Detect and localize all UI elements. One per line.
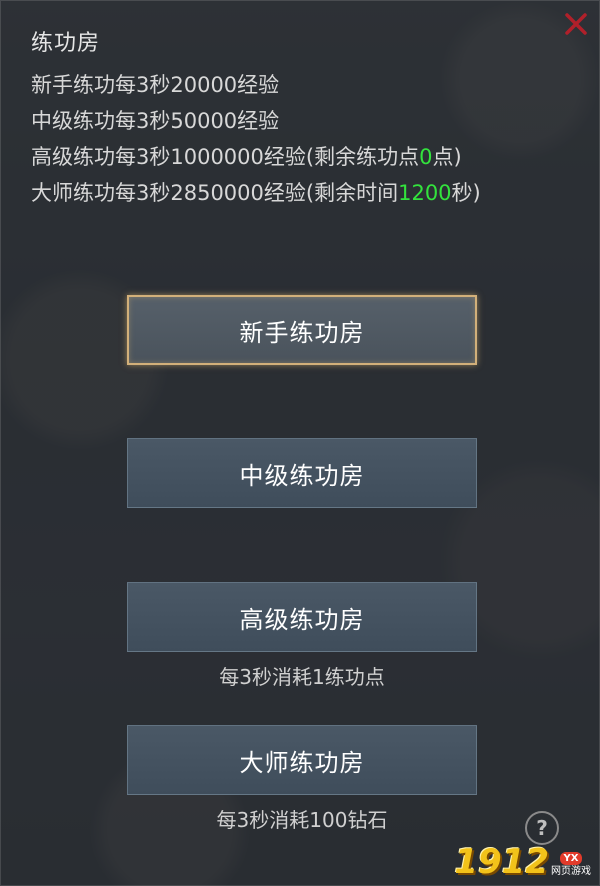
info-line-master-text: 大师练功每3秒2850000经验(剩余时间: [31, 181, 399, 205]
intermediate-room-button[interactable]: 中级练功房: [127, 438, 477, 508]
remaining-time-seconds: 1200: [398, 181, 452, 205]
info-line-intermediate: 中级练功每3秒50000经验: [31, 109, 280, 133]
advanced-room-button[interactable]: 高级练功房: [127, 582, 477, 652]
site-watermark-logo: 1912 YX 网页游戏: [454, 843, 591, 879]
info-line-advanced-text: 高级练功每3秒1000000经验(剩余练功点: [31, 145, 420, 169]
dialog-title: 练功房: [31, 31, 101, 56]
info-line-master: 大师练功每3秒2850000经验(剩余时间1200秒): [31, 175, 481, 211]
info-line-novice: 新手练功每3秒20000经验: [31, 73, 280, 97]
master-room-button[interactable]: 大师练功房: [127, 725, 477, 795]
novice-room-button[interactable]: 新手练功房: [127, 295, 477, 365]
training-room-dialog: 练功房 新手练功每3秒20000经验 中级练功每3秒50000经验 高级练功每3…: [0, 0, 600, 886]
remaining-training-points: 0: [419, 145, 433, 169]
close-x-icon: [565, 13, 587, 35]
help-button[interactable]: ?: [525, 811, 559, 845]
watermark-number: 1912: [454, 842, 549, 882]
training-info-list: 新手练功每3秒20000经验 中级练功每3秒50000经验 高级练功每3秒100…: [31, 67, 481, 211]
close-button[interactable]: [559, 7, 593, 41]
info-line-advanced-suffix: 点): [432, 145, 462, 169]
watermark-badge: YX: [559, 852, 583, 865]
advanced-room-cost: 每3秒消耗1练功点: [219, 665, 385, 689]
watermark-subtitle: 网页游戏: [551, 866, 591, 877]
info-line-advanced: 高级练功每3秒1000000经验(剩余练功点0点): [31, 139, 481, 175]
info-line-master-suffix: 秒): [451, 181, 481, 205]
master-room-cost: 每3秒消耗100钻石: [216, 808, 388, 832]
